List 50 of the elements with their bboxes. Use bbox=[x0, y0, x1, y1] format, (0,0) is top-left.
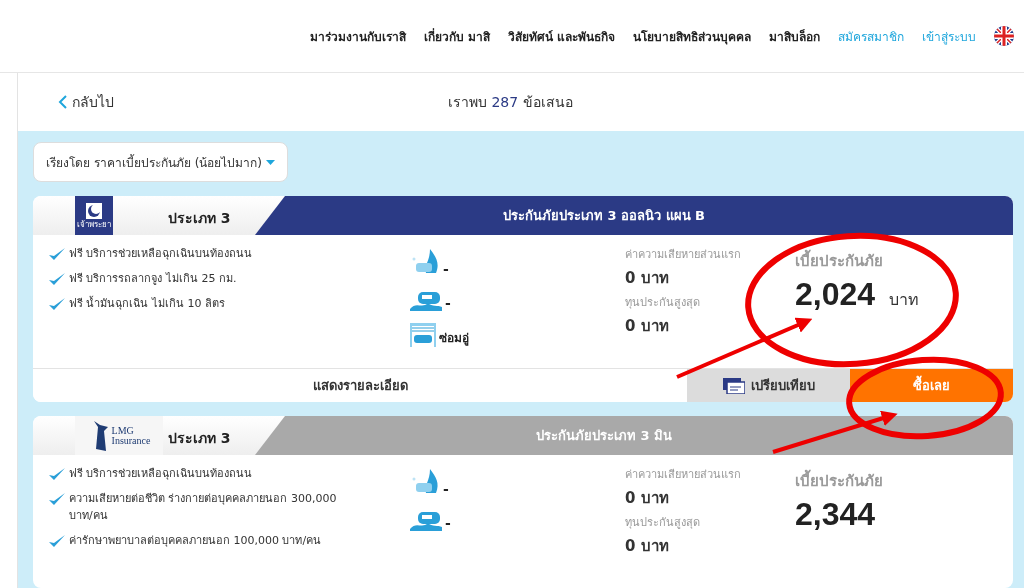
max-coverage-value: 0 บาท bbox=[625, 316, 670, 337]
coverage-text: - bbox=[445, 295, 451, 311]
nav-link[interactable]: นโยบายสิทธิส่วนบุคคล bbox=[633, 26, 751, 46]
compare-icon bbox=[722, 377, 745, 394]
plan-title: ประกันภัยประเภท 3 มิน bbox=[535, 427, 673, 445]
coverage-text: - bbox=[443, 481, 449, 497]
coverage-text: - bbox=[443, 261, 449, 277]
max-coverage-label: ทุนประกันสูงสุด bbox=[625, 295, 701, 311]
deductible-label: ค่าความเสียหายส่วนแรก bbox=[625, 467, 742, 483]
check-icon bbox=[48, 467, 66, 482]
garage-icon bbox=[410, 323, 436, 347]
plan-title: ประกันภัยประเภท 3 ออลนิว แผน B bbox=[502, 207, 706, 225]
nav-link[interactable]: วิสัยทัศน์ และพันธกิจ bbox=[507, 26, 615, 46]
deductible-value: 0 บาท bbox=[625, 268, 670, 289]
uk-flag-icon[interactable] bbox=[994, 26, 1014, 46]
caret-icon bbox=[266, 159, 275, 165]
results-count: เราพบ 287 ข้อเสนอ bbox=[448, 93, 573, 112]
insurer-logo: เจ้าพระยา bbox=[75, 196, 113, 235]
feature-text: ความเสียหายต่อชีวิต ร่างกายต่อบุคคลภายนอก 300,000 บาท/คน bbox=[69, 491, 338, 524]
compare-button[interactable]: เปรียบเทียบ bbox=[687, 369, 850, 402]
coverage-text: - bbox=[445, 515, 451, 531]
feature-text: ฟรี บริการช่วยเหลือฉุกเฉินบนท้องถนน bbox=[69, 466, 253, 482]
max-coverage-value: 0 บาท bbox=[625, 536, 670, 557]
premium-price: 2,344 bbox=[795, 496, 876, 533]
nav-link[interactable]: มาสิบล็อก bbox=[769, 26, 820, 46]
currency: บาท bbox=[889, 289, 920, 311]
max-coverage-label: ทุนประกันสูงสุด bbox=[625, 515, 701, 531]
check-icon bbox=[48, 534, 66, 549]
check-icon bbox=[48, 297, 66, 312]
check-icon bbox=[48, 272, 66, 287]
plan-type: ประเภท 3 bbox=[168, 209, 231, 228]
premium-price: 2,024 bbox=[795, 276, 876, 313]
nav-link[interactable]: เกี่ยวกับ มาสิ bbox=[423, 26, 490, 46]
deductible-value: 0 บาท bbox=[625, 488, 670, 509]
back-link[interactable]: กลับไป bbox=[58, 91, 448, 113]
nav-link[interactable]: มาร่วมงานกับเราสิ bbox=[309, 26, 406, 46]
insurer-logo: LMG Insurance bbox=[75, 416, 163, 455]
sort-dropdown[interactable]: เรียงโดย ราคาเบี้ยประกันภัย (น้อยไปมาก) bbox=[33, 142, 288, 182]
plan-type: ประเภท 3 bbox=[168, 429, 231, 448]
coverage-text: ซ่อมอู่ bbox=[439, 330, 469, 347]
feature-text: ฟรี บริการรถลากจูง ไม่เกิน 25 กม. bbox=[69, 271, 237, 287]
deductible-label: ค่าความเสียหายส่วนแรก bbox=[625, 247, 742, 263]
feature-text: ค่ารักษาพยาบาลต่อบุคคลภายนอก 100,000 บาท/คน bbox=[69, 533, 322, 549]
feature-text: ฟรี น้ำมันฉุกเฉิน ไม่เกิน 10 ลิตร bbox=[69, 295, 225, 312]
feature-text: ฟรี บริการช่วยเหลือฉุกเฉินบนท้องถนน bbox=[69, 246, 253, 262]
back-chevron-icon bbox=[58, 95, 68, 109]
premium-label: เบี้ยประกันภัย bbox=[795, 469, 1013, 493]
premium-label: เบี้ยประกันภัย bbox=[795, 249, 1013, 273]
check-icon bbox=[48, 247, 66, 262]
check-icon bbox=[48, 492, 66, 507]
